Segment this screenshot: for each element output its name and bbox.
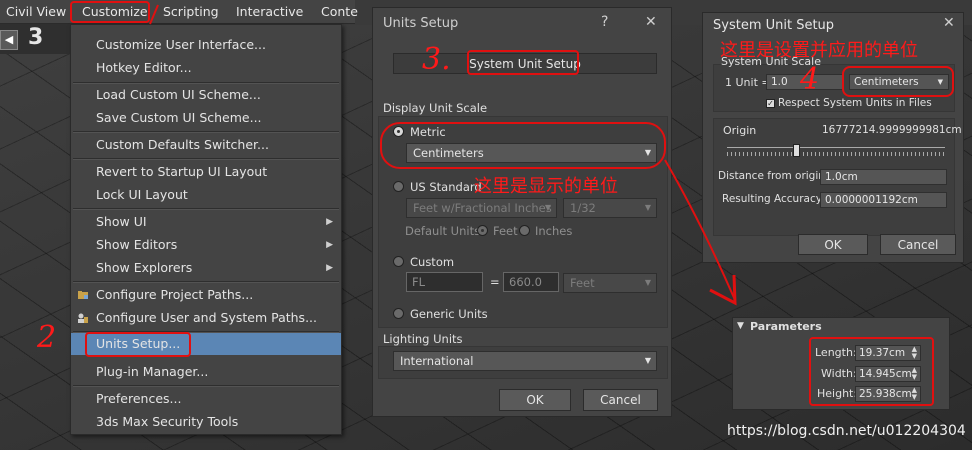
watermark: https://blog.csdn.net/u012204304 bbox=[727, 423, 966, 439]
annotation-arrow-to-parameters bbox=[664, 159, 736, 301]
arrow-head-icon bbox=[709, 274, 737, 306]
annotation-arrow-customize bbox=[149, 4, 159, 25]
annotation-arrows bbox=[149, 4, 737, 306]
